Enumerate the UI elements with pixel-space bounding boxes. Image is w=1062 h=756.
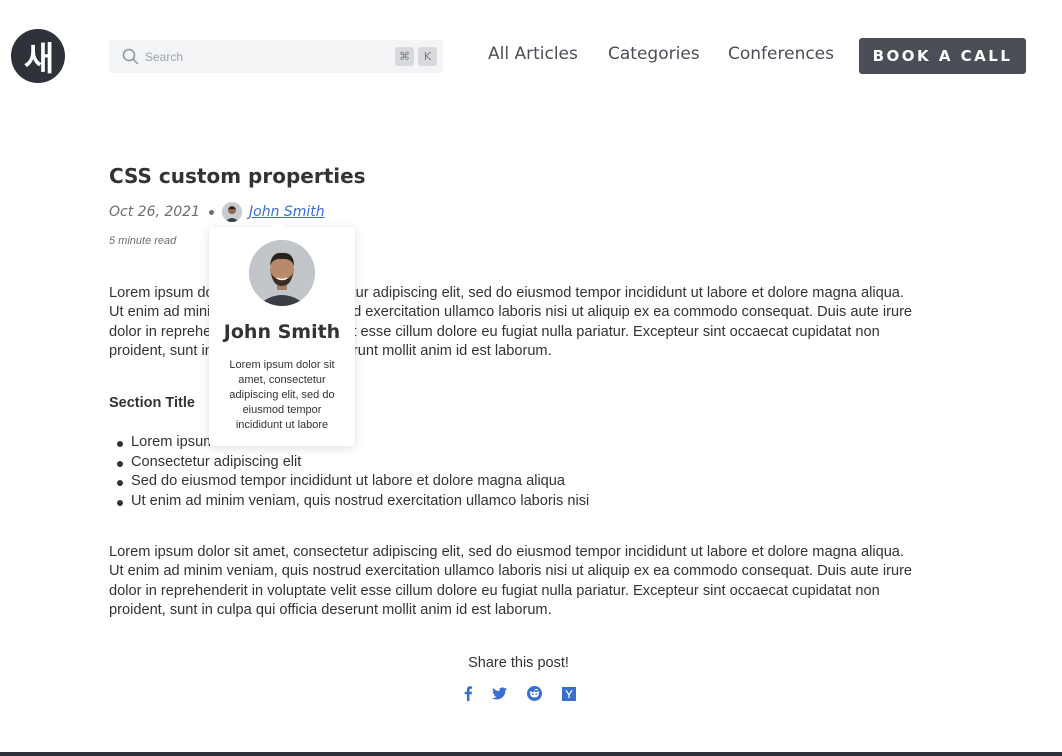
author-link[interactable]: John Smith: [249, 204, 325, 220]
article-date: Oct 26, 2021: [109, 204, 200, 220]
list-item: Sed do eiusmod tempor incididunt ut labo…: [117, 472, 589, 492]
popover-author-bio: Lorem ipsum dolor sit amet, consectetur …: [229, 359, 335, 431]
section-title: Section Title: [109, 395, 195, 411]
author-popover: John Smith Lorem ipsum dolor sit amet, c…: [209, 220, 355, 446]
share-icons: [460, 686, 576, 701]
footer-border: [0, 752, 1062, 756]
article-title: CSS custom properties: [109, 164, 366, 188]
twitter-icon[interactable]: [492, 686, 507, 701]
article-meta: Oct 26, 2021 John Smith: [109, 202, 325, 222]
share-label: Share this post!: [468, 655, 569, 671]
list-item: Consectetur adipiscing elit: [117, 453, 589, 473]
reddit-icon[interactable]: [527, 686, 542, 701]
logo-text: 새: [23, 39, 54, 78]
author-avatar-large: [249, 240, 315, 306]
command-key-badge: ⌘: [395, 47, 414, 66]
hacker-news-icon[interactable]: [561, 686, 576, 701]
search-icon: [121, 47, 140, 66]
article-paragraph: Lorem ipsum dolor sit amet, consectetur …: [109, 544, 913, 618]
nav-categories[interactable]: Categories: [608, 44, 700, 68]
author-avatar-small[interactable]: [222, 202, 242, 222]
list-item: Ut enim ad minim veniam, quis nostrud ex…: [117, 492, 589, 512]
facebook-icon[interactable]: [460, 686, 475, 701]
popover-author-name: John Smith: [223, 321, 341, 343]
search-bar[interactable]: Search ⌘ K: [109, 40, 443, 73]
site-logo[interactable]: 새: [11, 29, 65, 83]
search-placeholder: Search: [145, 49, 184, 64]
nav-conferences[interactable]: Conferences: [728, 44, 834, 68]
read-time: 5 minute read: [109, 235, 177, 247]
book-a-call-button[interactable]: BOOK A CALL: [859, 38, 1026, 74]
nav-all-articles[interactable]: All Articles: [488, 44, 578, 68]
k-key-badge: K: [418, 47, 437, 66]
meta-separator-dot: [209, 209, 214, 215]
